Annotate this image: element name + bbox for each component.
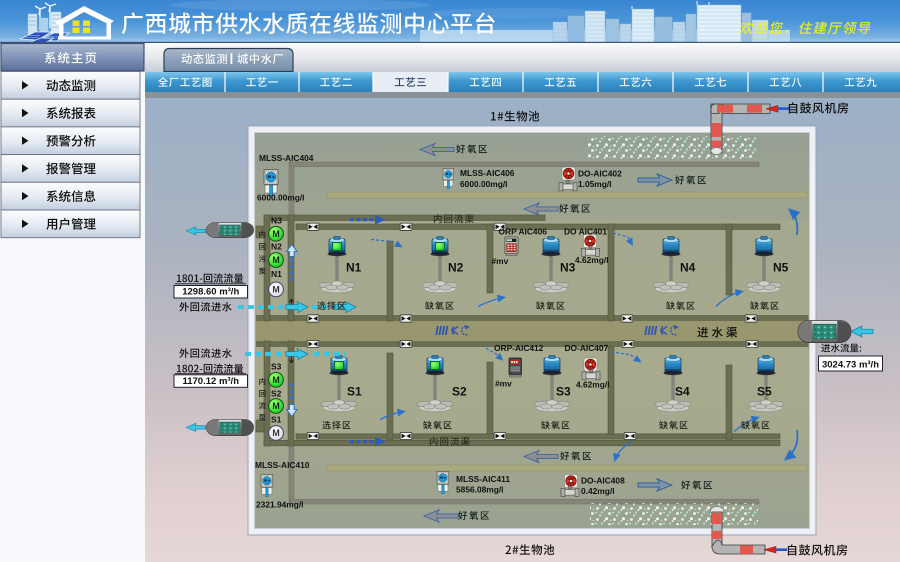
svg-text:MLSS-AIC410: MLSS-AIC410 bbox=[255, 460, 310, 470]
svg-text:#mv: #mv bbox=[495, 379, 512, 389]
svg-text:N4: N4 bbox=[680, 261, 696, 275]
svg-text:M: M bbox=[272, 375, 279, 385]
svg-text:S3: S3 bbox=[556, 385, 571, 399]
svg-text:S2: S2 bbox=[271, 388, 282, 398]
svg-text:MLSS-AIC406: MLSS-AIC406 bbox=[460, 168, 515, 178]
svg-text:ORP AIC406: ORP AIC406 bbox=[499, 227, 548, 237]
svg-text:M: M bbox=[272, 285, 279, 295]
svg-text:4.62mg/l: 4.62mg/l bbox=[575, 255, 609, 265]
svg-text:DO-AIC407: DO-AIC407 bbox=[565, 343, 609, 353]
svg-text:MLSS-AIC404: MLSS-AIC404 bbox=[259, 153, 314, 163]
svg-text:S3: S3 bbox=[271, 362, 282, 372]
svg-text:DO-AIC402: DO-AIC402 bbox=[578, 169, 622, 179]
svg-text:N3: N3 bbox=[560, 261, 576, 275]
svg-text:M: M bbox=[272, 428, 279, 438]
svg-text:N3: N3 bbox=[271, 215, 282, 225]
svg-text:N1: N1 bbox=[346, 261, 362, 275]
svg-text:S2: S2 bbox=[452, 385, 467, 399]
svg-text:2321.94mg/l: 2321.94mg/l bbox=[256, 500, 304, 510]
svg-text:5856.08mg/l: 5856.08mg/l bbox=[456, 485, 504, 495]
svg-text:DO-AIC408: DO-AIC408 bbox=[581, 476, 625, 486]
svg-text:M: M bbox=[272, 255, 279, 265]
svg-text:#mv: #mv bbox=[492, 256, 509, 266]
svg-text:1.05mg/l: 1.05mg/l bbox=[578, 179, 612, 189]
svg-text:MLSS-AIC411: MLSS-AIC411 bbox=[456, 474, 510, 484]
svg-text:6000.00mg/l: 6000.00mg/l bbox=[257, 193, 305, 203]
svg-text:M: M bbox=[272, 401, 279, 411]
svg-text:0.42mg/l: 0.42mg/l bbox=[581, 486, 615, 496]
svg-text:ORP-AIC412: ORP-AIC412 bbox=[494, 343, 544, 353]
svg-text:S1: S1 bbox=[271, 415, 282, 425]
svg-text:1170.12 m³/h: 1170.12 m³/h bbox=[182, 376, 239, 387]
svg-text:S1: S1 bbox=[347, 385, 362, 399]
svg-text:S5: S5 bbox=[757, 385, 772, 399]
svg-text:6000.00mg/l: 6000.00mg/l bbox=[460, 179, 508, 189]
svg-text:N2: N2 bbox=[271, 242, 282, 252]
svg-text:N2: N2 bbox=[448, 261, 464, 275]
svg-text:4.62mg/l: 4.62mg/l bbox=[576, 380, 610, 390]
svg-text:N5: N5 bbox=[773, 261, 789, 275]
svg-text:S4: S4 bbox=[675, 385, 690, 399]
svg-text:1298.60 m³/h: 1298.60 m³/h bbox=[182, 287, 239, 298]
svg-text:3024.73 m³/h: 3024.73 m³/h bbox=[822, 360, 879, 371]
svg-text:M: M bbox=[272, 229, 279, 239]
svg-text:N1: N1 bbox=[271, 269, 282, 279]
